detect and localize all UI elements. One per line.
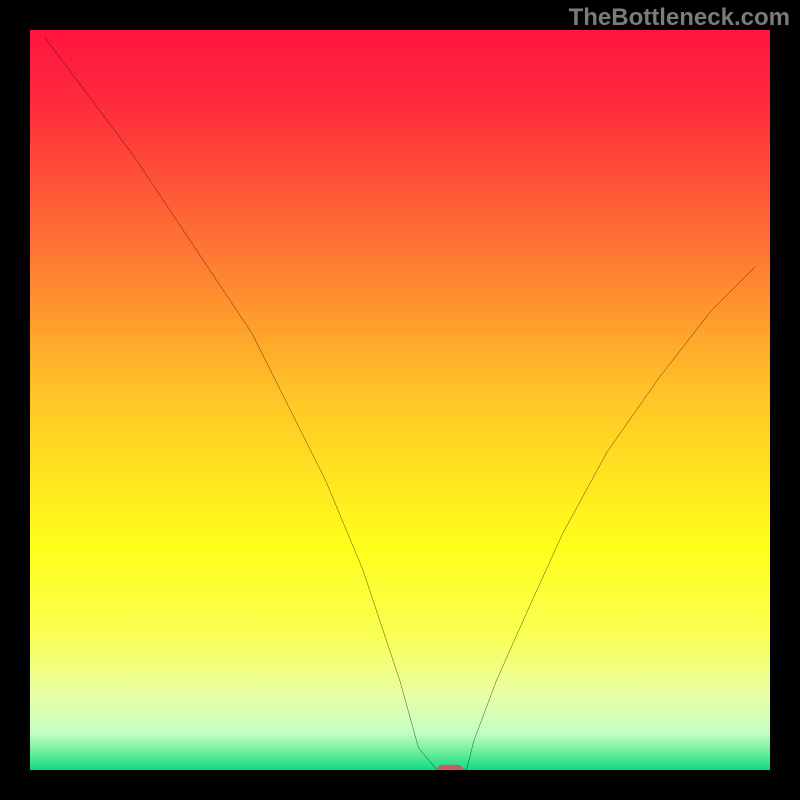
minimum-marker — [437, 765, 463, 770]
bottleneck-chart — [30, 30, 770, 770]
watermark-text: TheBottleneck.com — [569, 4, 790, 32]
chart-container: TheBottleneck.com — [0, 0, 800, 800]
chart-background — [30, 30, 770, 770]
